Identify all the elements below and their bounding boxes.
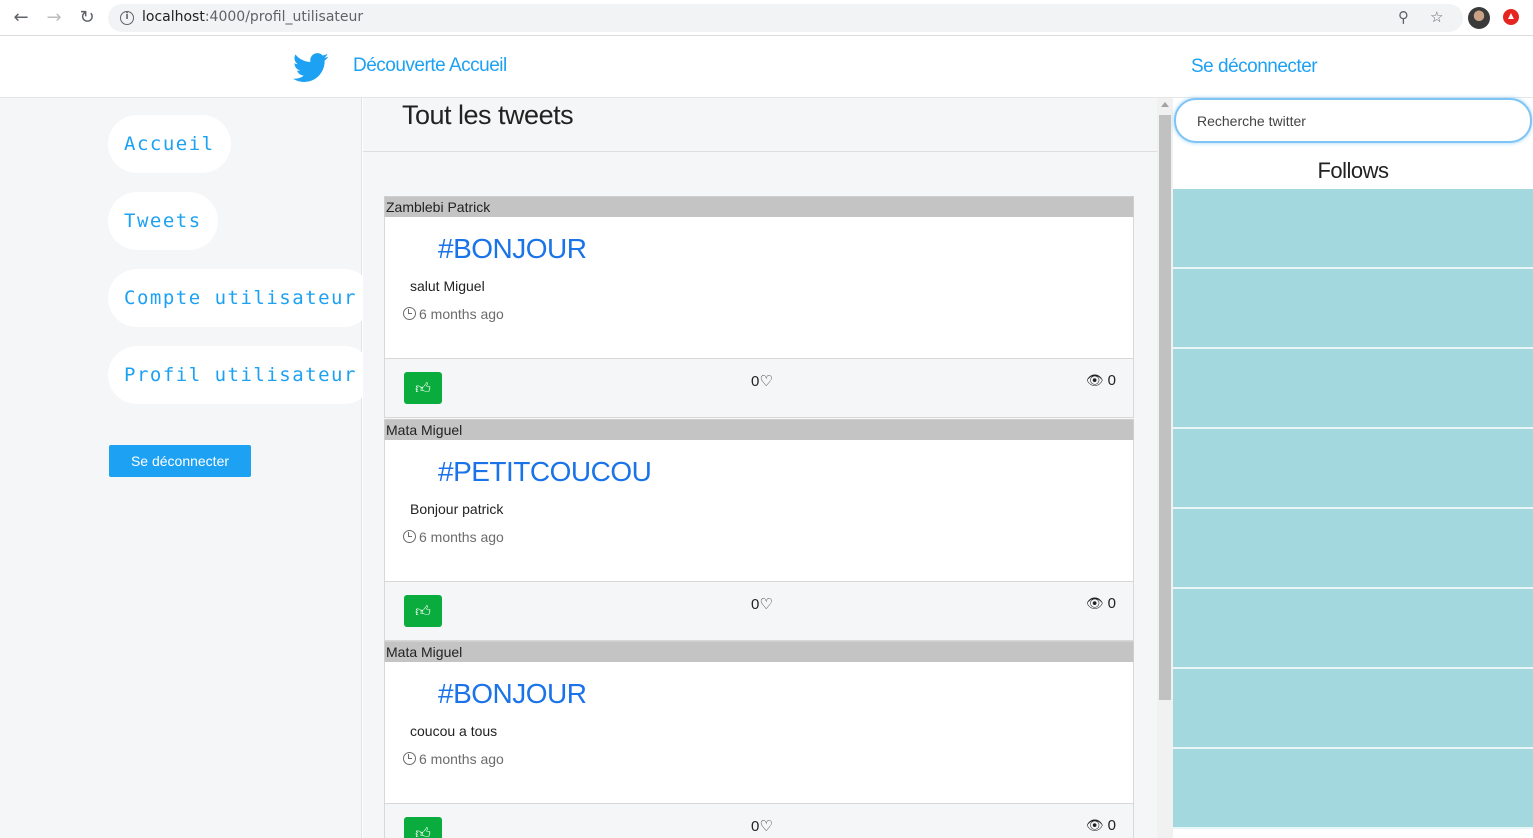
follow-item[interactable] [1173,189,1533,269]
tweet-timestamp: 6 months ago [403,306,504,322]
reload-icon[interactable]: ↻ [75,6,99,30]
nav-discover-link[interactable]: Découverte [353,55,446,77]
tweet-time-text: 6 months ago [419,306,504,322]
logout-button[interactable]: Se déconnecter [109,445,251,477]
follow-item[interactable] [1173,669,1533,749]
tweet-text: coucou a tous [410,723,498,739]
tweet-author[interactable]: Zamblebi Patrick [384,196,1134,217]
view-count: 👁︎ 0 [1086,817,1116,834]
thumbs-up-icon: 👍︎ [415,379,431,397]
forward-icon[interactable]: → [42,6,66,30]
like-count: 0♡ [751,595,773,613]
eye-icon: 👁︎ [1085,596,1104,612]
url-text[interactable]: localhost:4000/profil_utilisateur [142,9,363,25]
star-icon[interactable]: ☆ [1430,8,1443,26]
address-bar[interactable]: i localhost:4000/profil_utilisateur ⚲ ☆ [108,4,1463,32]
follows-title: Follows [1317,158,1389,183]
tweet-time-text: 6 months ago [419,751,504,767]
tweet-body: #BONJOUR salut Miguel 6 months ago [384,217,1134,358]
like-button[interactable]: 👍︎ [404,595,442,627]
eye-icon: 👁︎ [1085,373,1104,389]
tweet-footer: 👍︎ 0♡ 👁︎ 0 [384,803,1134,838]
scroll-up-arrow-icon[interactable] [1161,102,1169,107]
tweet-body: #BONJOUR coucou a tous 6 months ago [384,662,1134,803]
clock-icon [403,752,416,765]
scrollbar-thumb[interactable] [1159,115,1171,700]
follows-list [1173,189,1533,829]
right-panel: Recherche twitter Follows [1173,98,1533,838]
feed-scrollbar[interactable] [1157,98,1173,838]
info-icon[interactable]: i [120,11,134,25]
feed-header: Tout les tweets [363,98,1157,152]
browser-toolbar: ← → ↻ i localhost:4000/profil_utilisateu… [0,0,1533,36]
follow-item[interactable] [1173,429,1533,509]
tweet-author[interactable]: Mata Miguel [384,641,1134,662]
view-count-value: 0 [1107,817,1116,834]
tweet-body: #PETITCOUCOU Bonjour patrick 6 months ag… [384,440,1134,581]
tweet-footer: 👍︎ 0♡ 👁︎ 0 [384,581,1134,641]
like-button[interactable]: 👍︎ [404,817,442,838]
sidebar: Accueil Tweets Compte utilisateur Profil… [0,98,373,838]
avatar[interactable] [1468,7,1490,29]
follow-item[interactable] [1173,509,1533,589]
page-title: Tout les tweets [402,100,574,130]
clock-icon [403,530,416,543]
view-count-value: 0 [1107,595,1116,612]
tweet-text: Bonjour patrick [410,501,504,517]
extension-icon[interactable]: ▲ [1503,9,1519,25]
heart-icon[interactable]: ♡ [759,817,772,835]
tweet-timestamp: 6 months ago [403,751,504,767]
tweet-card: Mata Miguel #PETITCOUCOU Bonjour patrick… [384,419,1134,641]
tweet-hashtag[interactable]: #BONJOUR [438,678,587,710]
tweet-hashtag[interactable]: #BONJOUR [438,233,587,265]
tweet-card: Mata Miguel #BONJOUR coucou a tous 6 mon… [384,641,1134,838]
sidebar-item-account[interactable]: Compte utilisateur [108,269,373,327]
like-count: 0♡ [751,817,773,835]
sidebar-item-home[interactable]: Accueil [108,115,231,173]
search-input[interactable]: Recherche twitter [1174,98,1532,143]
url-path: :4000/profil_utilisateur [204,9,364,25]
tweet-card: Zamblebi Patrick #BONJOUR salut Miguel 6… [384,196,1134,418]
sidebar-item-profile[interactable]: Profil utilisateur [108,346,373,404]
main-feed: Tout les tweets Zamblebi Patrick #BONJOU… [363,98,1157,838]
follow-item[interactable] [1173,749,1533,829]
view-count: 👁︎ 0 [1086,372,1116,389]
nav-home-link[interactable]: Accueil [449,55,507,77]
zoom-icon[interactable]: ⚲ [1398,8,1409,26]
view-count-value: 0 [1107,372,1116,389]
follow-item[interactable] [1173,589,1533,669]
back-icon[interactable]: ← [9,6,33,30]
heart-icon[interactable]: ♡ [759,372,772,390]
tweet-hashtag[interactable]: #PETITCOUCOU [438,456,652,488]
tweet-footer: 👍︎ 0♡ 👁︎ 0 [384,358,1134,418]
like-button[interactable]: 👍︎ [404,372,442,404]
follow-item[interactable] [1173,269,1533,349]
clock-icon [403,307,416,320]
like-count: 0♡ [751,372,773,390]
twitter-bird-icon[interactable] [293,53,329,83]
url-host: localhost [142,9,205,25]
tweet-text: salut Miguel [410,278,485,294]
view-count: 👁︎ 0 [1086,595,1116,612]
search-placeholder: Recherche twitter [1197,113,1306,129]
top-navbar: Découverte Accueil Se déconnecter [0,37,1533,98]
tweet-author[interactable]: Mata Miguel [384,419,1134,440]
thumbs-up-icon: 👍︎ [415,602,431,620]
tweet-timestamp: 6 months ago [403,529,504,545]
thumbs-up-icon: 👍︎ [415,824,431,838]
sidebar-item-tweets[interactable]: Tweets [108,192,218,250]
eye-icon: 👁︎ [1085,818,1104,834]
heart-icon[interactable]: ♡ [759,595,772,613]
tweet-time-text: 6 months ago [419,529,504,545]
follow-item[interactable] [1173,349,1533,429]
nav-logout-link[interactable]: Se déconnecter [1191,56,1318,78]
